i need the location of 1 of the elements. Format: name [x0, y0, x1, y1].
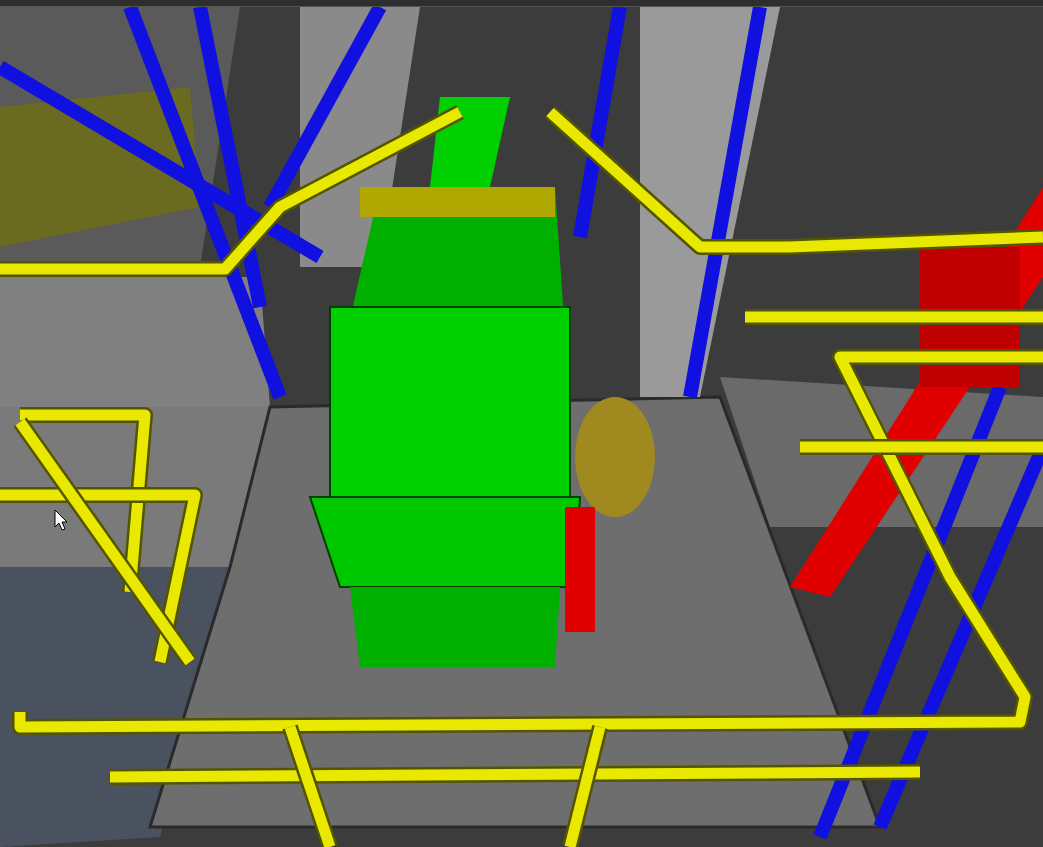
- pointer-cursor-icon: [54, 509, 68, 531]
